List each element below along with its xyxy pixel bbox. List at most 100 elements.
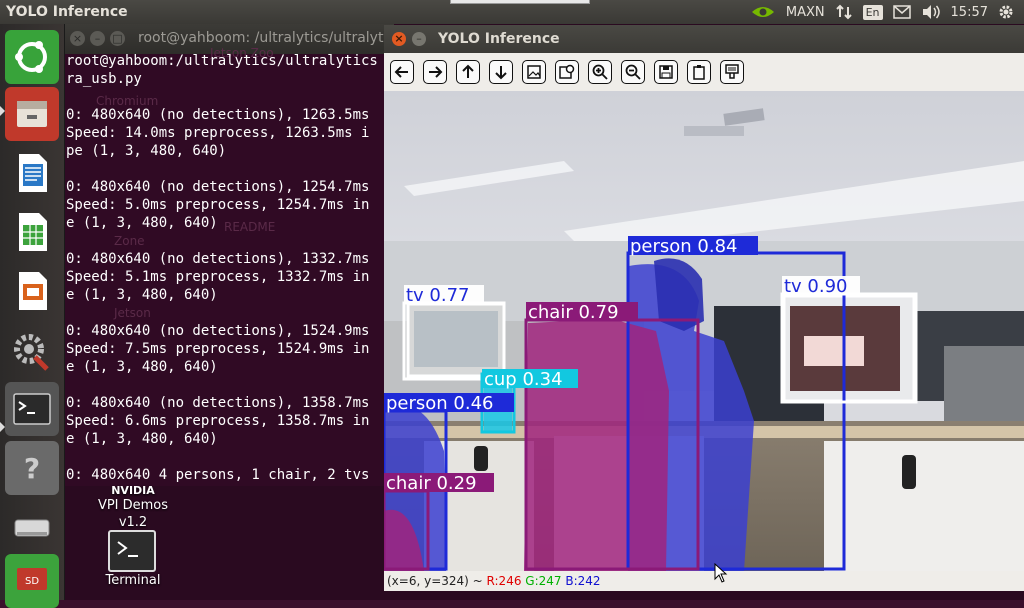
volume-icon[interactable] <box>921 4 941 20</box>
system-settings-icon[interactable] <box>5 323 59 377</box>
indicator-area: MAXN En 15:57 <box>750 0 1024 24</box>
drive-icon[interactable] <box>5 500 59 554</box>
bbox-label: tv 0.77 <box>406 285 470 306</box>
keyboard-layout-indicator[interactable]: En <box>862 4 883 20</box>
blue-value: B:242 <box>565 574 601 588</box>
terminal-close-button[interactable]: × <box>70 31 85 46</box>
terminal-line: Speed: 5.1ms preprocess, 1332.7ms in <box>66 269 370 285</box>
terminal-window[interactable]: × – □ root@yahboom: /ultralytics/ultraly… <box>64 24 402 486</box>
terminal-title: root@yahboom: /ultralytics/ultralytics <box>138 30 403 46</box>
yolo-window-title: YOLO Inference <box>438 31 560 47</box>
terminal-desktop-label[interactable]: Terminal <box>88 573 178 588</box>
terminal-line: e (1, 3, 480, 640) <box>66 431 218 447</box>
properties-icon <box>725 64 739 79</box>
terminal-line: e (1, 3, 480, 640) <box>66 287 218 303</box>
desk-power-socket <box>902 455 916 489</box>
hidden-input-field <box>450 0 590 4</box>
terminal-icon[interactable] <box>5 382 59 436</box>
terminal-line: Speed: 6.6ms preprocess, 1358.7ms in <box>66 413 370 429</box>
bbox-label: cup 0.34 <box>484 369 563 390</box>
file-manager-icon[interactable] <box>5 87 59 141</box>
zoom-out-button[interactable] <box>621 60 645 84</box>
pan-right-button[interactable] <box>423 60 447 84</box>
pan-left-button[interactable] <box>390 60 414 84</box>
zoom-in-icon <box>592 64 608 80</box>
impress-icon[interactable] <box>5 264 59 318</box>
camera-frame[interactable]: person 0.84 tv 0.90 tv 0.77 chair 0.79 c… <box>384 91 1024 571</box>
writer-icon[interactable] <box>5 146 59 200</box>
green-value: G:247 <box>525 574 562 588</box>
yolo-window[interactable]: × – YOLO Inference person 0.84 tv 0.90 t… <box>384 25 1024 591</box>
red-value: R:246 <box>486 574 522 588</box>
terminal-desktop-icon[interactable] <box>108 530 156 572</box>
properties-button[interactable] <box>720 60 744 84</box>
svg-text:SD: SD <box>25 576 39 587</box>
arrow-left-icon <box>394 66 408 78</box>
arrow-right-icon <box>429 66 443 78</box>
terminal-line: e (1, 3, 480, 640) <box>66 359 218 375</box>
terminal-minimize-button[interactable]: – <box>90 31 105 46</box>
top-panel: YOLO Inference MAXN En 15:57 <box>0 0 1024 24</box>
yolo-titlebar[interactable]: × – YOLO Inference <box>384 25 1024 53</box>
bbox-label: person 0.46 <box>386 393 494 414</box>
image-toolbar <box>384 53 1024 91</box>
save-button[interactable] <box>654 60 678 84</box>
terminal-line: root@yahboom:/ultralytics/ultralytics <box>66 53 378 69</box>
terminal-line: 0: 480x640 4 persons, 1 chair, 2 tvs <box>66 467 370 483</box>
pan-down-button[interactable] <box>489 60 513 84</box>
zoom-region-icon <box>559 64 575 79</box>
zoom-in-button[interactable] <box>588 60 612 84</box>
copy-button[interactable] <box>687 60 711 84</box>
detection-image: person 0.84 tv 0.90 tv 0.77 chair 0.79 c… <box>384 91 1024 571</box>
save-icon <box>659 65 673 79</box>
minimize-button[interactable]: – <box>412 32 426 46</box>
network-transfer-icon[interactable] <box>835 4 853 20</box>
clipboard-icon <box>693 65 705 80</box>
terminal-line: 0: 480x640 (no detections), 1524.9ms <box>66 323 370 339</box>
bbox-label: chair 0.29 <box>386 473 477 494</box>
terminal-output[interactable]: root@yahboom:/ultralytics/ultralytics ra_… <box>66 52 378 484</box>
image-icon <box>527 65 541 79</box>
vpi-version-label: v1.2 <box>118 515 148 530</box>
zoom-region-button[interactable] <box>555 60 579 84</box>
terminal-line: e (1, 3, 480, 640) <box>66 215 218 231</box>
clock[interactable]: 15:57 <box>951 5 988 20</box>
launcher: ? SD <box>0 24 65 608</box>
mouse-cursor-icon <box>714 563 728 583</box>
mail-icon[interactable] <box>892 5 911 19</box>
ubuntu-dash-icon[interactable] <box>5 30 59 84</box>
terminal-maximize-button[interactable]: □ <box>110 31 125 46</box>
terminal-line: ra_usb.py <box>66 71 142 87</box>
terminal-line: 0: 480x640 (no detections), 1254.7ms <box>66 179 370 195</box>
help-icon[interactable]: ? <box>5 441 59 495</box>
vpi-demos-label[interactable]: VPI Demos <box>88 498 178 513</box>
power-mode-indicator[interactable]: MAXN <box>786 5 825 20</box>
terminal-line: 0: 480x640 (no detections), 1358.7ms <box>66 395 370 411</box>
bbox-label: chair 0.79 <box>528 302 619 323</box>
terminal-line: 0: 480x640 (no detections), 1263.5ms <box>66 107 370 123</box>
zoom-out-icon <box>625 64 641 80</box>
bbox-label: person 0.84 <box>630 236 738 257</box>
pan-up-button[interactable] <box>456 60 480 84</box>
pixel-status-bar: (x=6, y=324) ~ R:246 G:247 B:242 <box>384 571 1024 591</box>
arrow-up-icon <box>462 64 474 78</box>
fit-image-button[interactable] <box>522 60 546 84</box>
close-button[interactable]: × <box>392 32 406 46</box>
calc-icon[interactable] <box>5 205 59 259</box>
terminal-line: Speed: 5.0ms preprocess, 1254.7ms in <box>66 197 370 213</box>
terminal-line: 0: 480x640 (no detections), 1332.7ms <box>66 251 370 267</box>
active-app-title: YOLO Inference <box>6 4 128 20</box>
bbox-label: tv 0.90 <box>784 276 848 297</box>
chair-mask <box>524 319 669 571</box>
nvidia-icon[interactable] <box>750 4 776 20</box>
svg-text:?: ? <box>24 452 40 485</box>
settings-gear-icon[interactable] <box>998 4 1014 20</box>
terminal-line: Speed: 14.0ms preprocess, 1263.5ms i <box>66 125 370 141</box>
vpi-brand-label: NVIDIA <box>111 484 155 497</box>
arrow-down-icon <box>495 66 507 80</box>
